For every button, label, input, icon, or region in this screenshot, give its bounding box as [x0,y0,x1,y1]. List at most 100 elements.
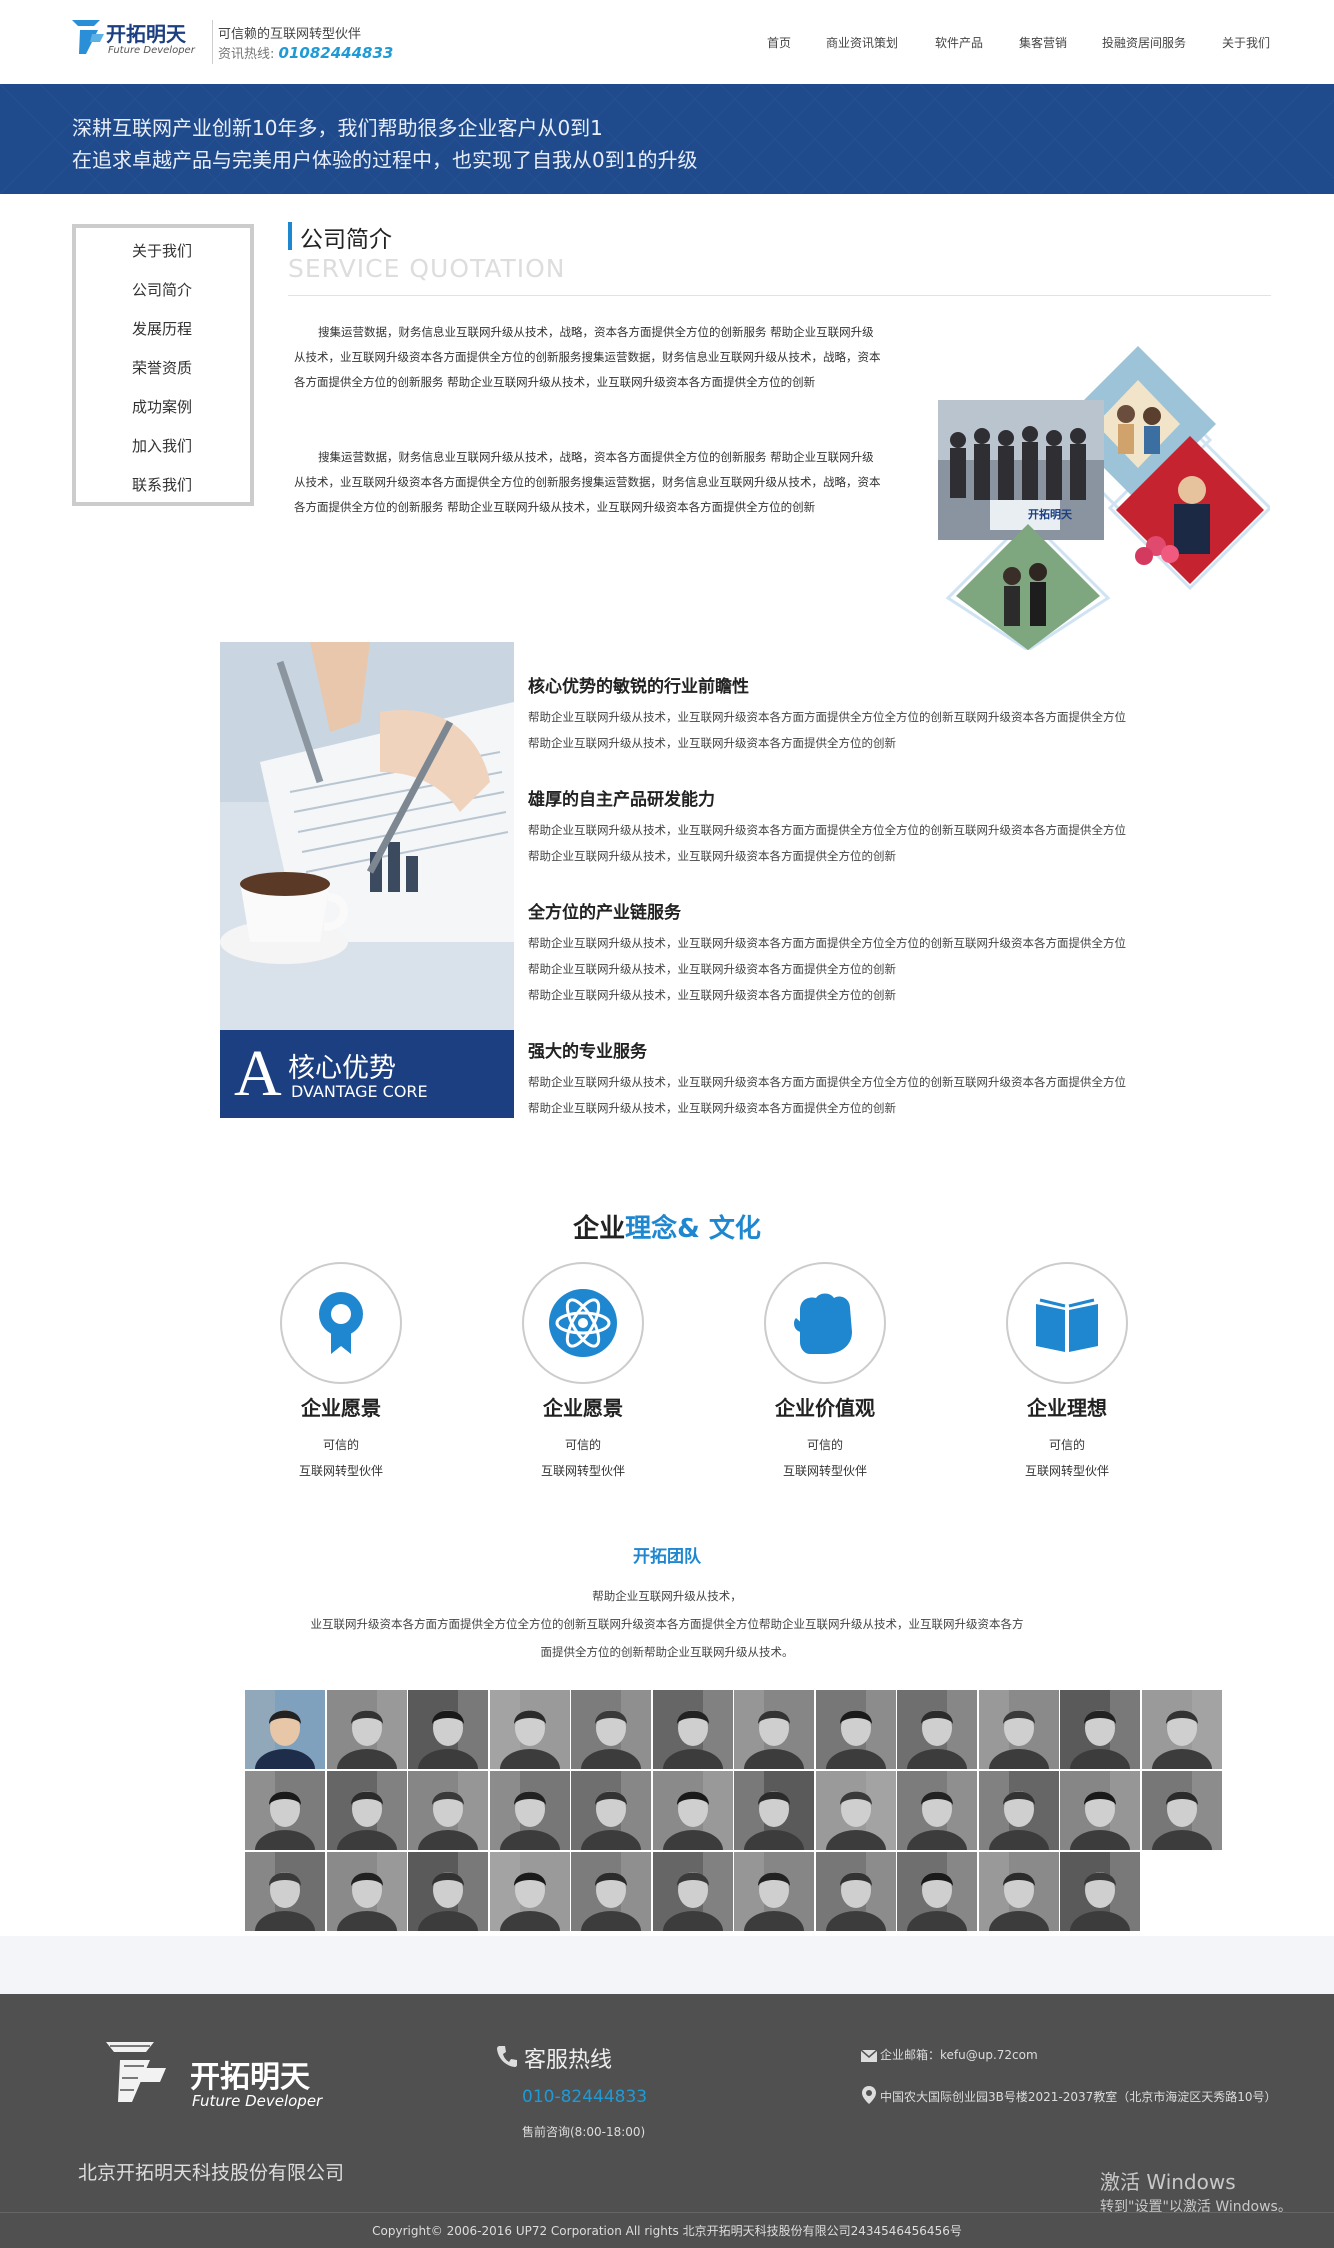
team-member-photo [1060,1690,1140,1769]
team-member-photo [978,1690,1059,1769]
phone-icon [496,2044,518,2072]
advantage-item-text: 帮助企业互联网升级从技术，业互联网升级资本各方面提供全方位的创新 [528,988,896,1002]
team-member-photo [1060,1852,1140,1931]
advantage-item-text: 帮助企业互联网升级从技术，业互联网升级资本各方面提供全方位的创新 [528,1101,896,1115]
footer-hours: 售前咨询(8:00-18:00) [522,2125,646,2139]
team-photo-collage: 开拓明天 [938,346,1273,652]
advantage-letter: A [234,1037,282,1110]
team-member-photo [897,1690,977,1769]
nav-about-us[interactable]: 关于我们 [1222,34,1270,51]
advantage-item-text: 帮助企业互联网升级从技术，业互联网升级资本各方面提供全方位的创新 [528,736,896,750]
team-member-photo [571,1690,651,1769]
culture-item-line: 可信的 [564,1438,601,1452]
sidebar-menu: 关于我们 公司简介 发展历程 荣誉资质 成功案例 加入我们 联系我们 [72,224,254,506]
team-member-photo [408,1771,488,1850]
site-logo[interactable]: 开拓明天 Future Developer [70,16,210,62]
culture-item-line: 互联网转型伙伴 [540,1464,625,1478]
sidebar-item-company-profile[interactable]: 公司简介 [132,279,192,300]
hotline-number: 01082444833 [278,44,394,62]
footer-email[interactable]: 企业邮箱：kefu@up.72com [880,2046,1038,2063]
section-divider [288,295,1271,296]
logo-text-cn: 开拓明天 [106,22,186,46]
fist-icon [794,1293,852,1354]
footer-logo-text-cn: 开拓明天 [190,2060,310,2095]
team-member-photo [408,1690,488,1769]
award-icon [319,1292,363,1354]
culture-icon-circle [280,1262,402,1384]
sidebar-item-join-us[interactable]: 加入我们 [132,435,192,456]
team-member-photo [734,1771,814,1850]
team-description-line: 帮助企业互联网升级从技术， [592,1589,742,1603]
book-icon [1036,1298,1098,1352]
footer-divider [0,2212,1334,2213]
team-member-photo [652,1690,733,1769]
sidebar-item-contact-us[interactable]: 联系我们 [132,474,192,495]
team-member-photo [326,1771,407,1850]
header-slogan: 可信赖的互联网转型伙伴 [218,27,362,42]
culture-item-line: 互联网转型伙伴 [298,1464,383,1478]
nav-home[interactable]: 首页 [767,34,791,51]
culture-title: 企业理念& 文化 [0,1208,1334,1245]
culture-item-line: 互联网转型伙伴 [1024,1464,1109,1478]
mail-icon [860,2047,878,2066]
sidebar-item-cases[interactable]: 成功案例 [132,396,192,417]
sidebar-item-about-us[interactable]: 关于我们 [132,240,192,261]
advantage-item-text: 帮助企业互联网升级从技术，业互联网升级资本各方面提供全方位的创新 [528,962,896,976]
team-title: 开拓团队 [633,1547,701,1567]
footer-logo[interactable]: 开拓明天 Future Developer [106,2036,336,2118]
hero-banner: 深耕互联网产业创新10年多，我们帮助很多企业客户从0到1 在追求卓越产品与完美用… [0,84,1334,194]
windows-activation-title: 激活 Windows [1100,2170,1236,2194]
location-pin-icon [862,2086,876,2108]
culture-item-line: 可信的 [806,1438,843,1452]
page-subtitle: SERVICE QUOTATION [288,254,566,283]
culture-item-title: 企业愿景 [301,1396,381,1420]
culture-item-line: 可信的 [322,1438,359,1452]
advantage-item-title: 强大的专业服务 [528,1042,647,1062]
section-spacer [0,1936,1334,1994]
culture-item-title: 企业理想 [1027,1396,1107,1420]
nav-business-consulting[interactable]: 商业资讯策划 [826,34,898,51]
footer-logo-text-en: Future Developer [192,2092,323,2110]
nav-software-products[interactable]: 软件产品 [935,34,983,51]
team-member-photo [245,1771,325,1850]
team-member-photo [326,1852,407,1931]
advantage-item-text: 帮助企业互联网升级从技术，业互联网升级资本各方面方面提供全方位全方位的创新互联网… [528,823,1126,837]
culture-icon-circle [522,1262,644,1384]
atom-icon [549,1289,617,1357]
advantage-item-text: 帮助企业互联网升级从技术，业互联网升级资本各方面方面提供全方位全方位的创新互联网… [528,936,1126,950]
culture-item-line: 互联网转型伙伴 [782,1464,867,1478]
culture-item-line: 可信的 [1048,1438,1085,1452]
team-member-photo [815,1852,896,1931]
sidebar-item-history[interactable]: 发展历程 [132,318,192,339]
advantage-item-text: 帮助企业互联网升级从技术，业互联网升级资本各方面方面提供全方位全方位的创新互联网… [528,710,1126,724]
nav-marketing[interactable]: 集客营销 [1019,34,1067,51]
intro-paragraph-2: 搜集运营数据，财务信息业互联网升级从技术，战略，资本各方面提供全方位的创新服务 … [294,450,881,514]
team-member-photo [408,1852,488,1931]
team-member-photo [571,1852,651,1931]
footer-address: 中国农大国际创业园3B号楼2021-2037教室（北京市海淀区天秀路10号） [880,2090,1277,2104]
banner-line-1: 深耕互联网产业创新10年多，我们帮助很多企业客户从0到1 [72,116,603,140]
logo-text-en: Future Developer [108,45,195,56]
team-member-photo [897,1771,977,1850]
nav-investment-services[interactable]: 投融资居间服务 [1102,34,1186,51]
banner-line-2: 在追求卓越产品与完美用户体验的过程中，也实现了自我从0到1的升级 [72,148,698,172]
team-member-photo [652,1852,733,1931]
culture-icon-circle [764,1262,886,1384]
team-member-photo [245,1690,325,1769]
section-title-bar [288,222,292,250]
advantage-item-title: 核心优势的敏锐的行业前瞻性 [528,677,749,697]
culture-item-title: 企业价值观 [775,1396,875,1420]
team-member-photo [978,1852,1059,1931]
business-desk-photo [220,642,514,1030]
sidebar-item-honors[interactable]: 荣誉资质 [132,357,192,378]
advantage-item-title: 全方位的产业链服务 [528,903,681,923]
footer-company-name: 北京开拓明天科技股份有限公司 [78,2162,345,2184]
hotline-label: 资讯热线: [218,47,275,62]
culture-icon-circle [1006,1262,1128,1384]
team-member-photo [489,1771,570,1850]
footer-copyright: Copyright© 2006-2016 UP72 Corporation Al… [372,2224,962,2238]
footer-hotline-number[interactable]: 010-82444833 [522,2087,647,2107]
advantage-image [220,642,514,1030]
team-member-photo [326,1690,407,1769]
windows-activation-hint: 转到"设置"以激活 Windows。 [1100,2199,1292,2215]
